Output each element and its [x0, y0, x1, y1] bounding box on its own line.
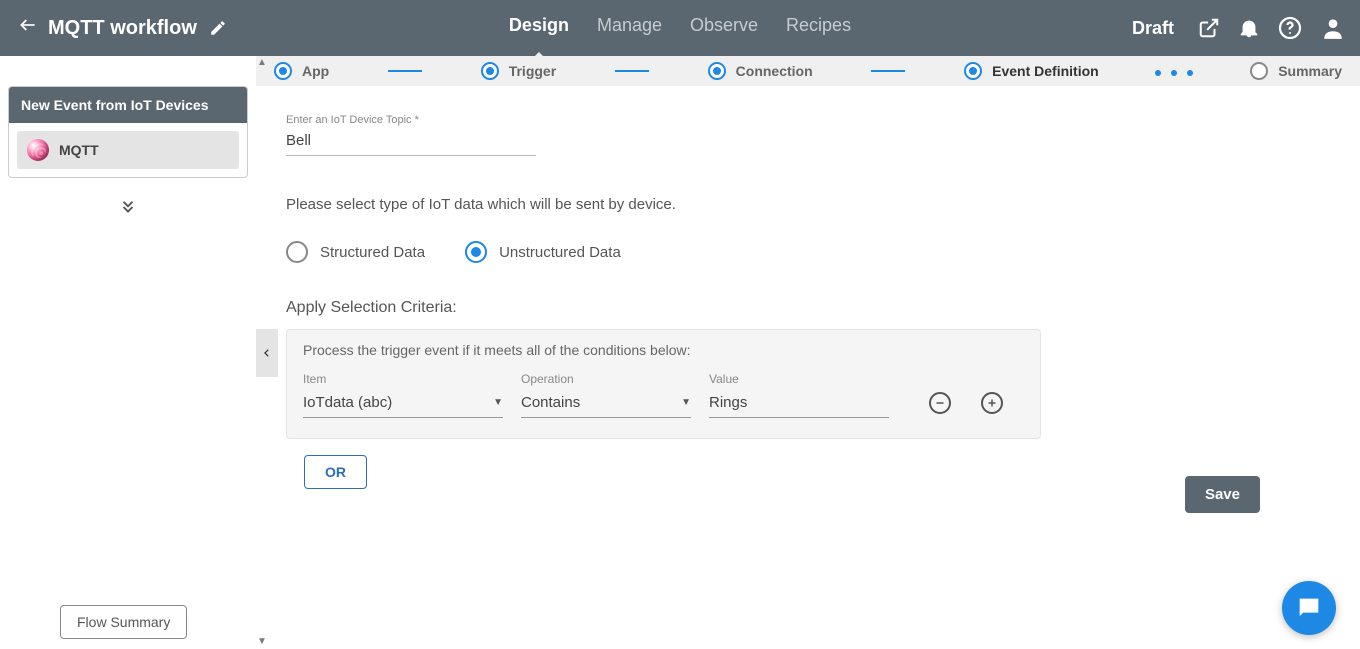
step-eventdef-label: Event Definition	[992, 63, 1099, 79]
remove-condition-button[interactable]	[929, 392, 951, 414]
scroll-up-icon[interactable]: ▲	[255, 56, 269, 70]
step-connection[interactable]: Connection	[708, 62, 813, 80]
step-app-label: App	[302, 63, 329, 79]
col-val-label: Value	[709, 372, 889, 386]
sidebar: New Event from IoT Devices MQTT Flow Sum…	[0, 56, 256, 649]
chat-bubble-button[interactable]	[1282, 581, 1336, 635]
tab-manage[interactable]: Manage	[597, 15, 662, 42]
sidebar-expand-icon[interactable]	[8, 198, 248, 221]
data-type-radio-group: Structured Data Unstructured Data	[286, 241, 1330, 263]
sidebar-app-row[interactable]: MQTT	[17, 131, 239, 169]
step-trigger[interactable]: Trigger	[481, 62, 556, 80]
sidebar-card-title: New Event from IoT Devices	[9, 87, 247, 123]
tab-recipes[interactable]: Recipes	[786, 15, 851, 42]
user-icon[interactable]	[1320, 15, 1346, 41]
sidebar-collapse-handle[interactable]	[256, 329, 278, 377]
mqtt-app-icon	[27, 139, 49, 161]
radio-structured-label: Structured Data	[320, 244, 425, 261]
step-summary-ring-icon	[1250, 62, 1268, 80]
operation-dropdown[interactable]: Contains ▼	[521, 390, 691, 418]
edit-title-icon[interactable]	[209, 19, 227, 37]
radio-unstructured-icon	[465, 241, 487, 263]
value-input[interactable]	[709, 390, 889, 418]
page-title: MQTT workflow	[48, 17, 197, 40]
step-app-ring-icon	[274, 62, 292, 80]
tab-observe[interactable]: Observe	[690, 15, 758, 42]
or-button[interactable]: OR	[304, 455, 367, 489]
item-dropdown-value: IoTdata (abc)	[303, 394, 392, 411]
add-condition-button[interactable]	[981, 392, 1003, 414]
col-item-label: Item	[303, 372, 503, 386]
flow-summary-button[interactable]: Flow Summary	[60, 605, 187, 639]
event-definition-form: Enter an IoT Device Topic * Please selec…	[256, 86, 1360, 649]
radio-structured[interactable]: Structured Data	[286, 241, 425, 263]
step-trigger-ring-icon	[481, 62, 499, 80]
step-summary[interactable]: Summary	[1250, 62, 1342, 80]
topbar: MQTT workflow Design Manage Observe Reci…	[0, 0, 1360, 56]
help-icon[interactable]	[1278, 16, 1302, 40]
sidebar-card: New Event from IoT Devices MQTT	[8, 86, 248, 178]
chevron-down-icon: ▼	[681, 397, 691, 408]
col-op-label: Operation	[521, 372, 691, 386]
step-app[interactable]: App	[274, 62, 329, 80]
main: App Trigger Connection Event Definition …	[256, 56, 1360, 649]
topbar-right: Draft	[1132, 15, 1346, 41]
external-link-icon[interactable]	[1198, 17, 1220, 39]
topic-input[interactable]	[286, 128, 536, 156]
step-summary-label: Summary	[1278, 63, 1342, 79]
criteria-box: Process the trigger event if it meets al…	[286, 329, 1041, 439]
bell-icon[interactable]	[1238, 17, 1260, 39]
stepper: App Trigger Connection Event Definition …	[256, 56, 1360, 86]
top-tabs: Design Manage Observe Recipes	[509, 15, 851, 42]
tab-design[interactable]: Design	[509, 15, 569, 42]
step-connection-label: Connection	[736, 63, 813, 79]
criteria-title: Apply Selection Criteria:	[286, 299, 1330, 317]
step-connection-ring-icon	[708, 62, 726, 80]
radio-unstructured-label: Unstructured Data	[499, 244, 621, 261]
topic-label: Enter an IoT Device Topic *	[286, 114, 1330, 126]
save-button[interactable]: Save	[1185, 476, 1260, 513]
workflow-status: Draft	[1132, 18, 1174, 39]
criteria-row: Item IoTdata (abc) ▼ Operation Contains …	[303, 372, 1024, 418]
back-arrow-icon[interactable]	[18, 15, 38, 41]
chevron-down-icon: ▼	[493, 397, 503, 408]
step-trigger-label: Trigger	[509, 63, 556, 79]
data-type-helper: Please select type of IoT data which wil…	[286, 196, 1330, 213]
item-dropdown[interactable]: IoTdata (abc) ▼	[303, 390, 503, 418]
criteria-condition-text: Process the trigger event if it meets al…	[303, 342, 1024, 358]
step-eventdef-ring-icon	[964, 62, 982, 80]
sidebar-app-name: MQTT	[59, 142, 99, 158]
radio-structured-icon	[286, 241, 308, 263]
radio-unstructured[interactable]: Unstructured Data	[465, 241, 621, 263]
operation-dropdown-value: Contains	[521, 394, 580, 411]
step-event-definition[interactable]: Event Definition	[964, 62, 1099, 80]
